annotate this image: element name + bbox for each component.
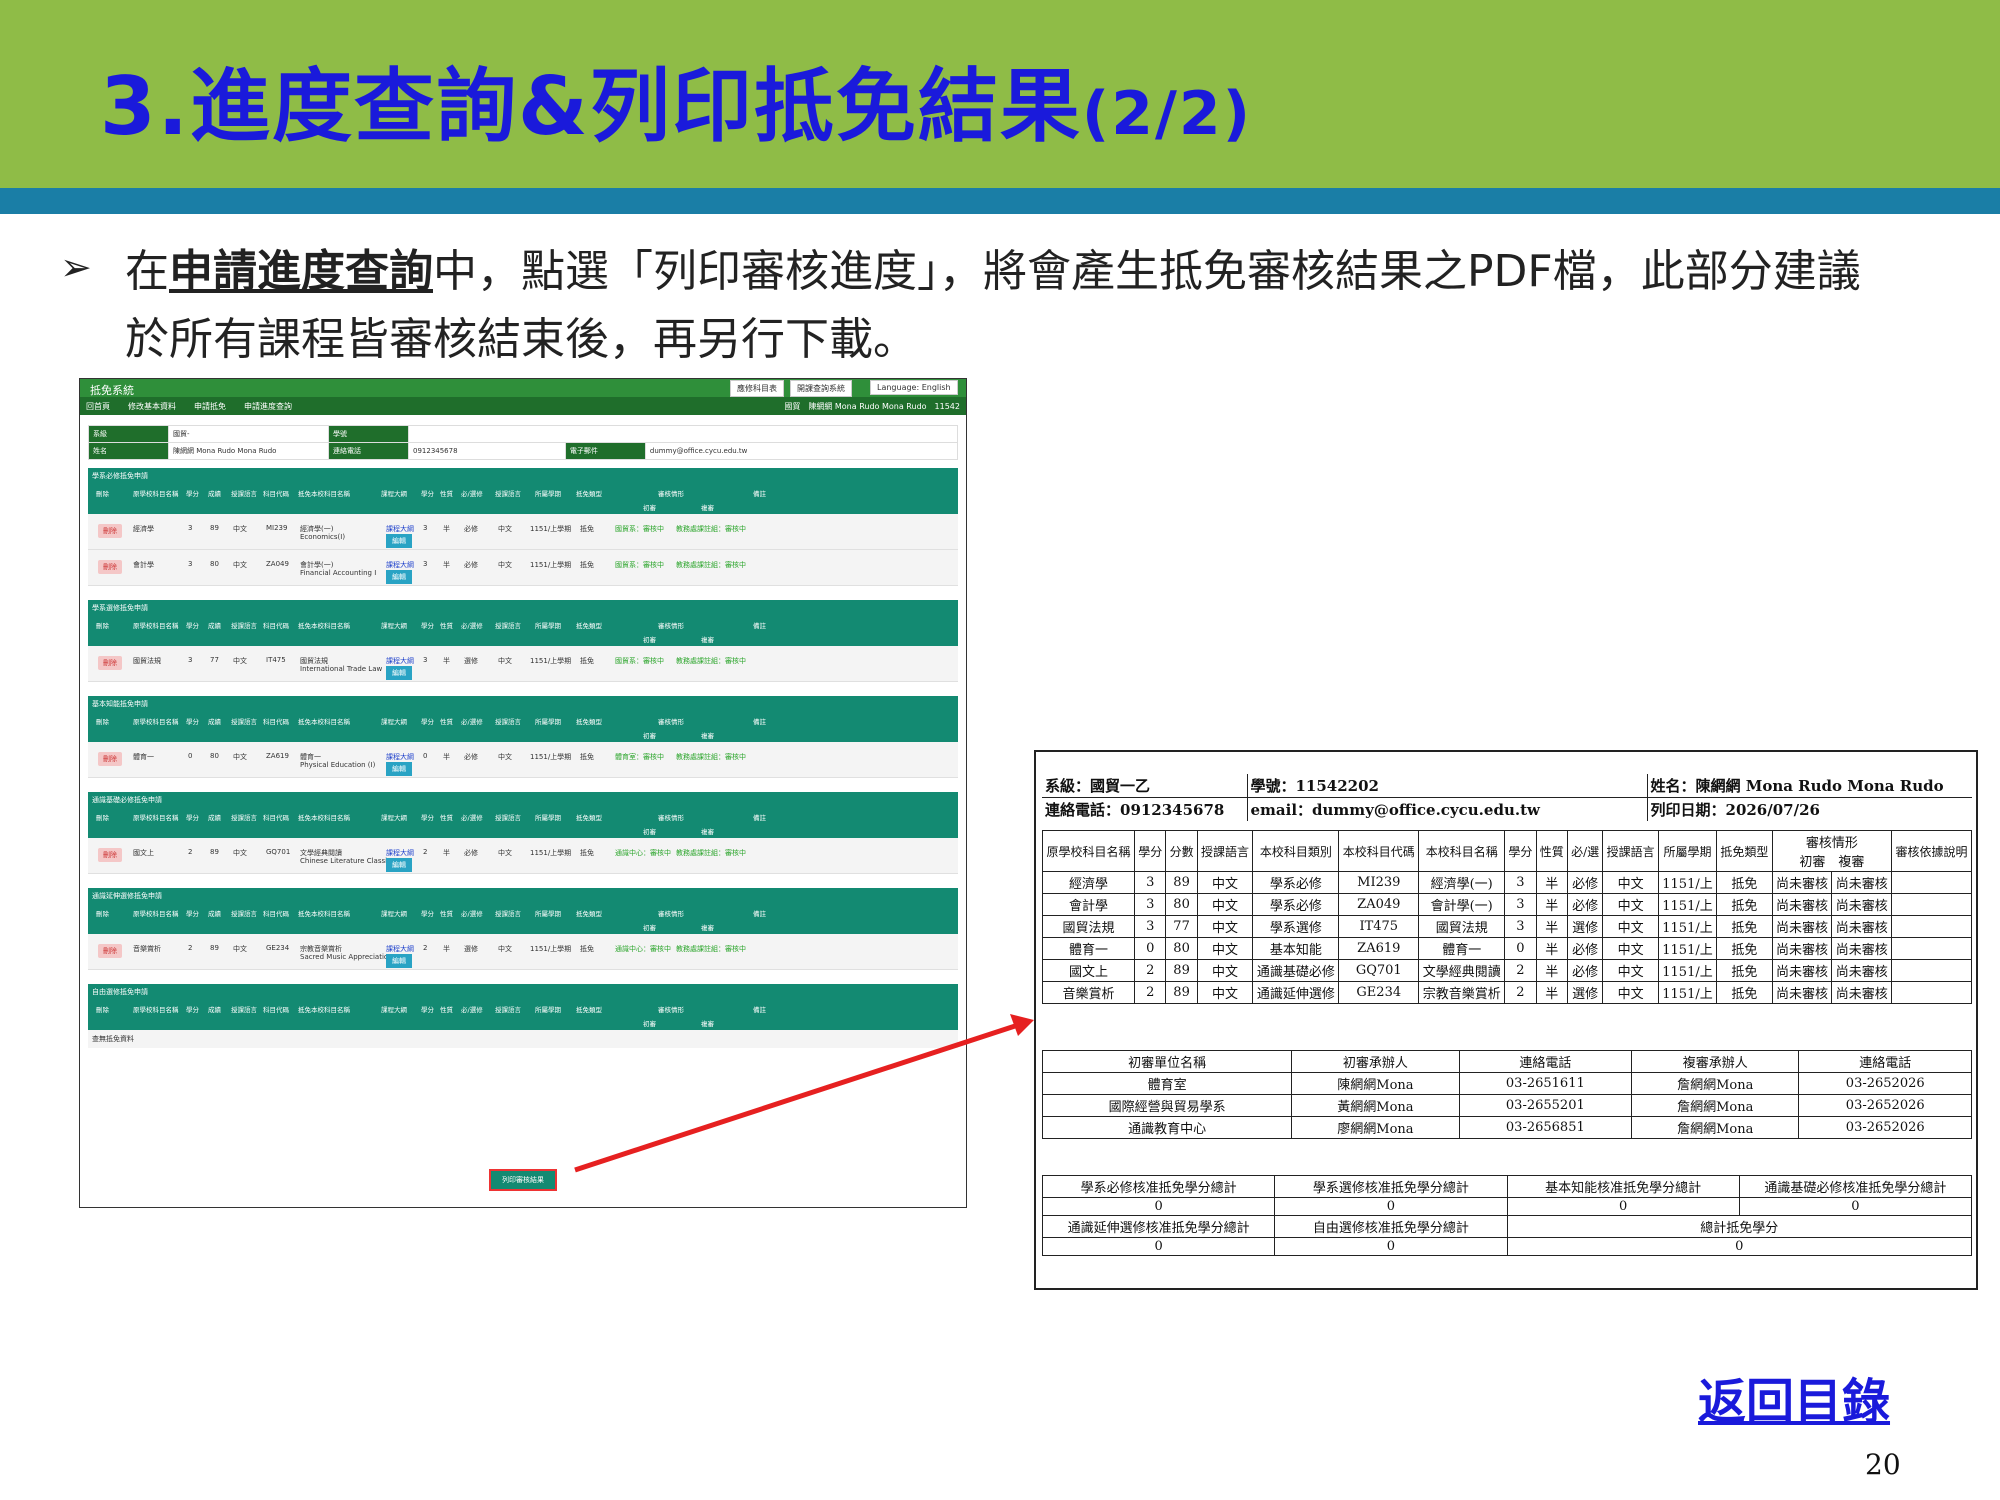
back-to-contents-link[interactable]: 返回目錄 [1698, 1362, 1890, 1432]
red-arrow [574, 1014, 1034, 1173]
page-number: 20 [1865, 1448, 1901, 1481]
